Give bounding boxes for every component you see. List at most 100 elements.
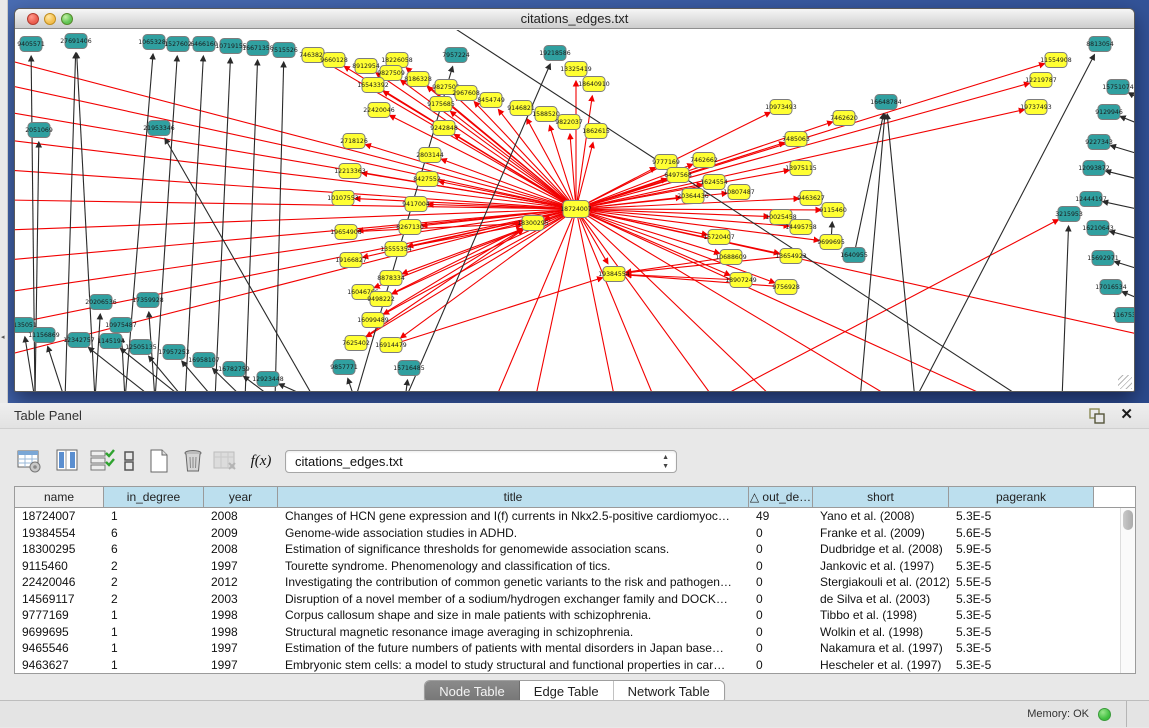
graph-node[interactable]: 12213363	[334, 164, 366, 179]
graph-node[interactable]: 13654923	[775, 249, 807, 264]
graph-node[interactable]: 15720407	[703, 230, 735, 245]
graph-node[interactable]: 12342757	[63, 333, 95, 348]
graph-node[interactable]: 8813054	[1086, 37, 1114, 52]
table-vertical-scrollbar[interactable]	[1120, 508, 1135, 673]
graph-edge[interactable]	[390, 115, 576, 209]
graph-node[interactable]: 13975115	[785, 161, 817, 176]
graph-node[interactable]: 12923448	[252, 372, 284, 387]
graph-node[interactable]: 8186328	[404, 72, 432, 87]
graph-node[interactable]: 9146821	[507, 101, 535, 116]
graph-node[interactable]: 7957224	[442, 48, 470, 63]
graph-node[interactable]: 12444197	[1075, 192, 1107, 207]
control-panel-splitter[interactable]: ◂	[0, 0, 8, 403]
graph-edge[interactable]	[1114, 262, 1134, 270]
graph-edge[interactable]	[626, 275, 786, 287]
graph-edge[interactable]	[15, 112, 576, 209]
graph-node[interactable]: 10688609	[715, 250, 747, 265]
graph-node[interactable]: 20364436	[677, 189, 709, 204]
graph-edge[interactable]	[48, 346, 65, 391]
show-columns-icon[interactable]	[55, 448, 81, 474]
graph-node[interactable]: 8267130	[396, 220, 424, 235]
table-options-icon[interactable]	[16, 448, 42, 474]
graph-node[interactable]: 9417004	[402, 197, 430, 212]
graph-edge[interactable]	[405, 380, 408, 391]
graph-edge[interactable]	[35, 142, 39, 391]
graph-node[interactable]: 7462620	[830, 111, 858, 126]
table-row[interactable]: 946362711997Embryonic stem cells: a mode…	[15, 657, 1135, 674]
citation-network-graph[interactable]: 9405571276914061065328715276026466160107…	[15, 30, 1134, 391]
splitter-collapse-arrow-icon[interactable]: ◂	[1, 333, 5, 341]
graph-edge[interactable]	[15, 60, 576, 209]
graph-node[interactable]: 17016534	[1095, 280, 1127, 295]
minimize-window-button[interactable]	[44, 13, 56, 25]
graph-node[interactable]: 13325419	[560, 62, 592, 77]
graph-node[interactable]: 9857771	[330, 360, 358, 375]
select-rows-icon[interactable]	[89, 448, 115, 474]
graph-node[interactable]: 9498222	[367, 292, 395, 307]
graph-edge[interactable]	[535, 209, 576, 391]
graph-edge[interactable]	[1106, 171, 1134, 180]
graph-node[interactable]: 16782759	[218, 362, 250, 377]
table-row[interactable]: 911546021997Tourette syndrome. Phenomeno…	[15, 558, 1135, 575]
graph-node[interactable]: 17957253	[158, 345, 190, 360]
scrollbar-thumb[interactable]	[1123, 510, 1133, 530]
graph-node[interactable]: 9699695	[817, 235, 845, 250]
column-header-in_degree[interactable]: in_degree	[104, 487, 204, 507]
graph-node[interactable]: 19384554	[598, 267, 630, 282]
split-view-icon[interactable]	[122, 448, 136, 474]
graph-node[interactable]: 8878334	[377, 271, 405, 286]
table-row[interactable]: 1830029562008Estimation of significance …	[15, 541, 1135, 558]
graph-edge[interactable]	[576, 209, 1134, 335]
graph-node-hub[interactable]: 18724007	[560, 201, 592, 218]
graph-node[interactable]: 6497568	[664, 168, 692, 183]
graph-node[interactable]: 9822037	[555, 115, 583, 130]
graph-node[interactable]: 12093872	[1078, 161, 1110, 176]
graph-edge[interactable]	[576, 209, 655, 391]
table-row[interactable]: 1872400712008Changes of HCN gene express…	[15, 508, 1135, 525]
graph-node[interactable]: 8454749	[477, 93, 505, 108]
graph-edge[interactable]	[887, 114, 915, 391]
graph-node[interactable]: 2051069	[25, 123, 53, 138]
column-header-title[interactable]: title	[278, 487, 749, 507]
graph-node[interactable]: 19737493	[1020, 100, 1052, 115]
column-header-name[interactable]: name	[15, 487, 104, 507]
new-column-icon[interactable]	[146, 448, 172, 474]
graph-edge[interactable]	[215, 58, 230, 391]
graph-node[interactable]: 11554908	[1040, 53, 1072, 68]
column-header-short[interactable]: short	[813, 487, 949, 507]
graph-node[interactable]: 3215953	[1055, 207, 1083, 222]
graph-edge[interactable]	[275, 62, 284, 391]
graph-node[interactable]: 12219787	[1025, 73, 1057, 88]
graph-node[interactable]: 16099489	[357, 313, 389, 328]
table-row[interactable]: 1938455462009Genome-wide association stu…	[15, 525, 1135, 542]
graph-edge[interactable]	[15, 170, 576, 209]
graph-node[interactable]: 18640910	[578, 77, 610, 92]
graph-edge[interactable]	[1120, 116, 1134, 125]
graph-edge[interactable]	[450, 111, 576, 209]
float-panel-icon[interactable]	[1089, 408, 1105, 424]
graph-node[interactable]: 9463627	[797, 191, 825, 206]
graph-node[interactable]: 1862615	[582, 124, 610, 139]
graph-node[interactable]: 16210643	[1082, 221, 1114, 236]
graph-edge[interactable]	[245, 60, 258, 391]
graph-node[interactable]: 10975487	[105, 318, 137, 333]
function-builder-icon[interactable]: f(x)	[248, 448, 274, 474]
window-resize-grip[interactable]	[1118, 375, 1132, 389]
close-panel-icon[interactable]: ✕	[1120, 405, 1133, 423]
graph-edge[interactable]	[915, 55, 1094, 391]
graph-edge[interactable]	[1110, 231, 1134, 240]
graph-node[interactable]: 9227343	[1085, 135, 1113, 150]
delete-column-icon[interactable]	[180, 448, 206, 474]
graph-node[interactable]: 7515526	[270, 43, 298, 58]
network-canvas[interactable]: 9405571276914061065328715276026466160107…	[15, 30, 1134, 391]
zoom-window-button[interactable]	[61, 13, 73, 25]
graph-node[interactable]: 6466160	[190, 37, 218, 52]
graph-edge[interactable]	[576, 209, 775, 391]
graph-node[interactable]: 19218586	[539, 46, 571, 61]
graph-node[interactable]: 9115460	[819, 203, 847, 218]
graph-node[interactable]: 9175685	[427, 97, 455, 112]
graph-edge[interactable]	[348, 378, 355, 391]
graph-edge[interactable]	[1062, 226, 1069, 391]
graph-node[interactable]: 16543392	[357, 78, 389, 93]
graph-node[interactable]: 12505135	[125, 340, 157, 355]
